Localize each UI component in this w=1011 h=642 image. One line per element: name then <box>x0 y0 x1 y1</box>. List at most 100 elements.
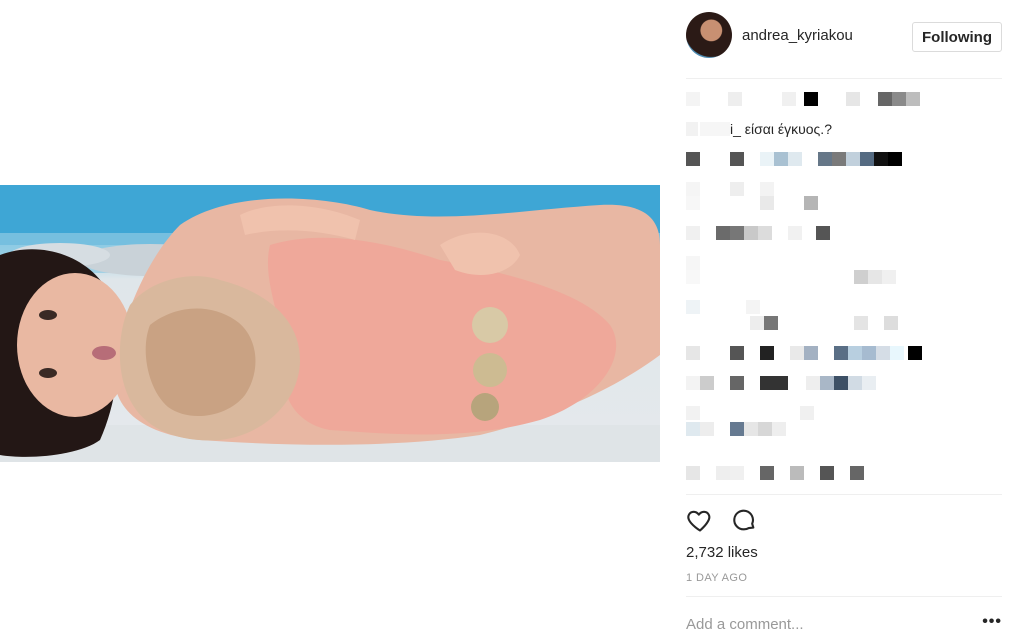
more-options-icon[interactable]: ••• <box>982 614 1002 630</box>
pixel-block <box>854 316 868 330</box>
pixel-block <box>882 270 896 284</box>
pixel-block <box>686 226 700 240</box>
pixel-block <box>686 376 700 390</box>
pixel-block <box>760 196 774 210</box>
pixel-block <box>730 152 744 166</box>
comments-list[interactable]: i_ είσαι έγκυος.? <box>686 80 1002 494</box>
pixel-block <box>730 376 744 390</box>
pixel-block <box>862 376 876 390</box>
pixel-block <box>800 406 814 420</box>
pixelated-comment-row <box>686 314 898 332</box>
pixel-block <box>888 152 902 166</box>
pixel-block <box>804 196 818 210</box>
pixel-block <box>700 422 714 436</box>
comment-text: i_ είσαι έγκυος.? <box>730 121 832 137</box>
pixel-block <box>686 422 700 436</box>
pixel-block <box>790 466 804 480</box>
pixel-block <box>884 316 898 330</box>
pixel-block <box>750 316 764 330</box>
pixel-block <box>686 300 700 314</box>
pixel-block <box>846 92 860 106</box>
pixel-block <box>744 422 758 436</box>
pixel-block <box>816 226 830 240</box>
pixel-block <box>834 346 848 360</box>
pixel-block <box>746 300 760 314</box>
pixel-block <box>744 226 758 240</box>
pixel-block <box>818 152 832 166</box>
pixel-block <box>890 346 904 360</box>
pixel-block <box>878 92 892 106</box>
comment-text-row: i_ είσαι έγκυος.? <box>686 120 832 138</box>
pixel-block <box>832 152 846 166</box>
pixel-block <box>686 316 700 330</box>
pixelated-comment-row <box>686 150 902 168</box>
pixel-block <box>686 152 700 166</box>
post-actions <box>686 506 758 534</box>
pixel-block <box>716 226 730 240</box>
pixelated-comment-row <box>686 420 786 438</box>
pixel-block <box>686 122 698 136</box>
pixel-block <box>760 466 774 480</box>
pixel-block <box>846 152 860 166</box>
pixel-block <box>760 346 774 360</box>
pixel-block <box>774 376 788 390</box>
pixel-block <box>730 346 744 360</box>
pixel-block <box>868 270 882 284</box>
pixel-block <box>764 316 778 330</box>
pixelated-comment-row <box>686 90 920 108</box>
comments-divider <box>686 494 1002 495</box>
pixel-block <box>686 92 700 106</box>
pixel-block <box>850 466 864 480</box>
pixel-block <box>820 376 834 390</box>
pixel-block <box>730 466 744 480</box>
pixel-block <box>700 122 730 136</box>
following-button[interactable]: Following <box>912 22 1002 52</box>
pixel-block <box>854 270 868 284</box>
post-sidebar: andrea_kyriakou Following i_ είσαι έγκυο… <box>686 0 1002 642</box>
pixel-block <box>686 406 700 420</box>
pixel-block <box>834 376 848 390</box>
pixel-block <box>788 226 802 240</box>
pixel-block <box>876 346 890 360</box>
post-header: andrea_kyriakou Following <box>686 12 1002 58</box>
post-timestamp: 1 DAY AGO <box>686 572 748 584</box>
post-photo[interactable] <box>0 185 660 462</box>
pixel-block <box>730 422 744 436</box>
pixelated-comment-row <box>686 224 830 242</box>
post-media <box>0 0 660 642</box>
photo-illustration <box>0 185 660 462</box>
pixelated-comment-row <box>686 344 922 362</box>
like-heart-icon[interactable] <box>686 506 714 534</box>
pixel-block <box>686 346 700 360</box>
pixel-block <box>788 152 802 166</box>
comment-bubble-icon[interactable] <box>730 506 758 534</box>
pixel-block <box>772 422 786 436</box>
pixel-block <box>760 376 774 390</box>
pixelated-comment-row <box>686 374 876 392</box>
pixel-block <box>804 346 818 360</box>
pixel-block <box>716 466 730 480</box>
pixel-block <box>758 422 772 436</box>
username[interactable]: andrea_kyriakou <box>742 27 853 44</box>
pixel-block <box>862 346 876 360</box>
pixel-block <box>728 92 742 106</box>
pixel-block <box>906 92 920 106</box>
pixel-block <box>730 226 744 240</box>
pixel-block <box>806 376 820 390</box>
pixel-block <box>860 152 874 166</box>
pixel-block <box>686 466 700 480</box>
pixel-block <box>758 226 772 240</box>
pixel-block <box>874 152 888 166</box>
pixelated-comment-row <box>686 268 896 286</box>
header-divider <box>686 78 1002 79</box>
pixel-block <box>892 92 906 106</box>
pixel-block <box>782 92 796 106</box>
pixel-block <box>908 346 922 360</box>
avatar[interactable] <box>686 12 732 58</box>
add-comment-input[interactable] <box>686 612 966 636</box>
pixel-block <box>774 152 788 166</box>
pixel-block <box>790 346 804 360</box>
likes-count[interactable]: 2,732 likes <box>686 544 758 561</box>
pixel-block <box>760 152 774 166</box>
pixel-block <box>686 270 700 284</box>
